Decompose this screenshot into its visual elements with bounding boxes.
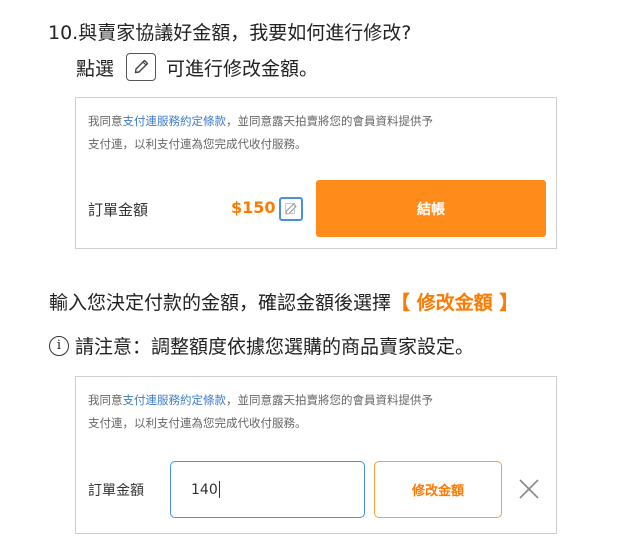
agreement-rest: ，並同意露天拍賣將您的會員資料提供予 (226, 393, 433, 407)
step2-text: 輸入您決定付款的金額，確認金額後選擇【 修改金額 】 (49, 288, 518, 315)
edit-amount-panel: 我同意支付連服務約定條款，並同意露天拍賣將您的會員資料提供予 支付連，以利支付連… (75, 376, 557, 534)
amount-value: 140 (191, 481, 218, 498)
modify-amount-button[interactable]: 修改金額 (374, 461, 502, 518)
step2-body: 輸入您決定付款的金額，確認金額後選擇 (49, 292, 392, 314)
agreement-line-1: 我同意支付連服務約定條款，並同意露天拍賣將您的會員資料提供予 (88, 110, 548, 133)
amount-input[interactable]: 140 (170, 461, 365, 518)
terms-link[interactable]: 支付連服務約定條款 (123, 393, 227, 407)
edit-icon (126, 53, 157, 81)
instruction: 點選 可進行修改金額。 (76, 53, 318, 81)
edit-amount-button[interactable] (279, 197, 303, 221)
agreement-text: 我同意支付連服務約定條款，並同意露天拍賣將您的會員資料提供予 支付連，以利支付連… (88, 110, 548, 156)
notice: i 請注意：調整額度依據您選購的商品賣家設定。 (49, 332, 474, 359)
faq-question: 10.與賣家協議好金額，我要如何進行修改? (48, 22, 412, 44)
agreement-line-2: 支付連，以利支付連為您完成代收付服務。 (88, 416, 307, 430)
checkout-button[interactable]: 結帳 (316, 180, 546, 237)
agreement-line-1: 我同意支付連服務約定條款，並同意露天拍賣將您的會員資料提供予 (88, 389, 548, 412)
agreement-prefix: 我同意 (88, 114, 123, 128)
agreement-text: 我同意支付連服務約定條款，並同意露天拍賣將您的會員資料提供予 支付連，以利支付連… (88, 389, 548, 435)
terms-link[interactable]: 支付連服務約定條款 (123, 114, 227, 128)
agreement-line-2: 支付連，以利支付連為您完成代收付服務。 (88, 137, 307, 151)
notice-text: 請注意：調整額度依據您選購的商品賣家設定。 (75, 336, 475, 358)
order-amount-label: 訂單金額 (88, 201, 149, 219)
edit-icon (285, 203, 297, 215)
order-amount-label: 訂單金額 (88, 483, 144, 499)
close-icon[interactable] (517, 477, 541, 501)
text-caret (218, 481, 220, 498)
agreement-rest: ，並同意露天拍賣將您的會員資料提供予 (226, 114, 433, 128)
agreement-prefix: 我同意 (88, 393, 123, 407)
instruction-prefix: 點選 (76, 57, 115, 80)
info-icon: i (49, 335, 69, 356)
order-price: $150 (231, 198, 276, 217)
checkout-panel: 我同意支付連服務約定條款，並同意露天拍賣將您的會員資料提供予 支付連，以利支付連… (75, 97, 557, 249)
instruction-suffix: 可進行修改金額。 (166, 57, 319, 80)
step2-highlight: 【 修改金額 】 (391, 292, 519, 314)
